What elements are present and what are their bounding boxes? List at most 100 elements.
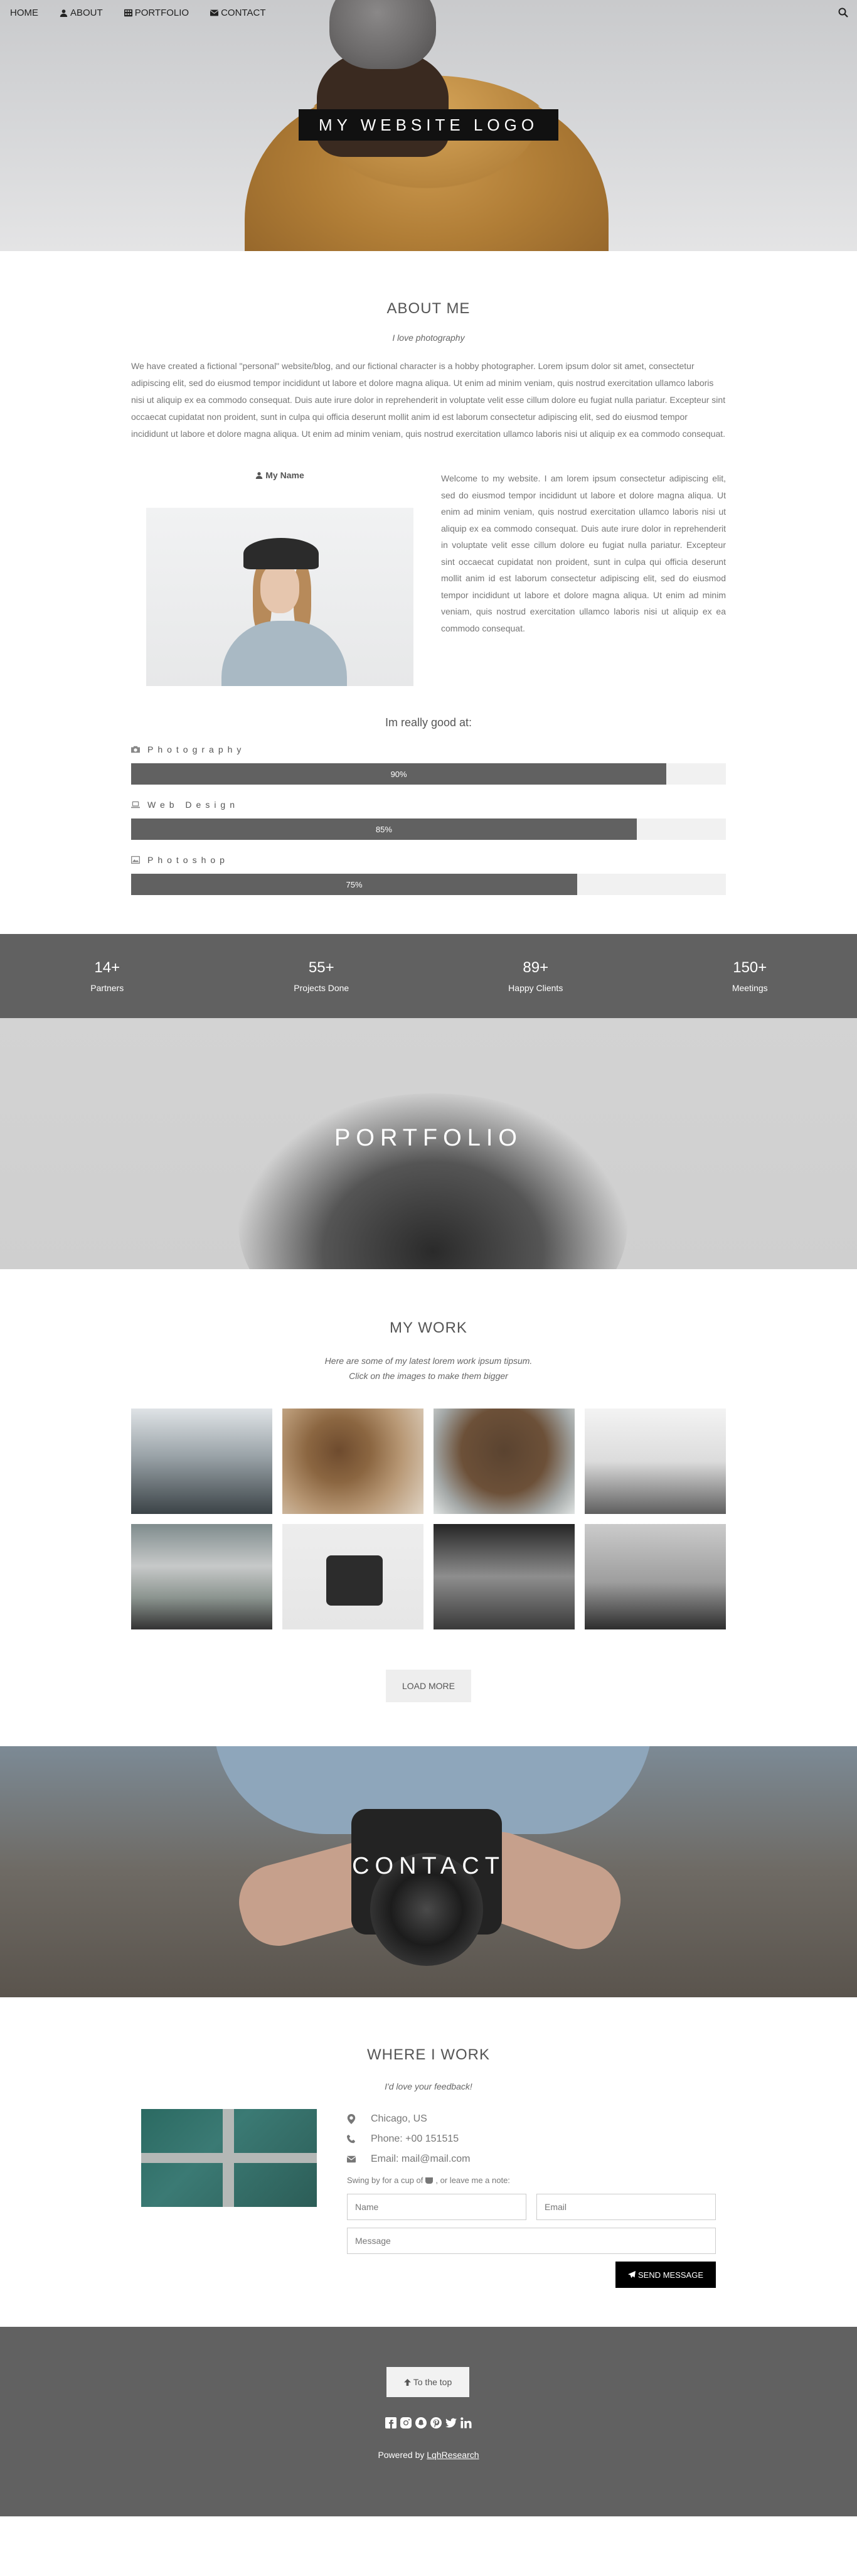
instagram-icon[interactable] [400, 2417, 412, 2428]
stat-meetings: 150+ Meetings [643, 934, 857, 1018]
stat-partners: 14+ Partners [0, 934, 215, 1018]
work-image-beach[interactable] [585, 1524, 726, 1629]
user-icon [60, 9, 68, 17]
grid-icon [124, 9, 132, 16]
to-top-label: To the top [413, 2377, 452, 2387]
skill-label: Photography [131, 744, 726, 754]
stat-label: Happy Clients [508, 983, 563, 993]
email-text: Email: mail@mail.com [371, 2154, 471, 2164]
phone-text: Phone: +00 151515 [371, 2133, 459, 2144]
work-image-fog-sea[interactable] [585, 1409, 726, 1514]
nav-contact-label: CONTACT [221, 7, 266, 18]
contact-title: WHERE I WORK [367, 2046, 490, 2063]
send-message-label: SEND MESSAGE [637, 2270, 704, 2280]
portfolio-banner-title: PORTFOLIO [334, 1125, 523, 1151]
send-message-button[interactable]: SEND MESSAGE [615, 2262, 716, 2288]
profile-photo [146, 508, 413, 686]
work-section: MY WORK Here are some of my latest lorem… [0, 1269, 857, 1702]
facebook-icon[interactable] [385, 2417, 397, 2428]
nav-about-label: ABOUT [70, 7, 103, 18]
phone-line: Phone: +00 151515 [347, 2129, 716, 2149]
about-title: ABOUT ME [386, 300, 471, 317]
powered-by-link[interactable]: LqhResearch [427, 2450, 479, 2460]
nav-home[interactable]: HOME [10, 8, 38, 18]
about-paragraph: We have created a fictional "personal" w… [131, 361, 726, 439]
twitter-icon[interactable] [445, 2417, 457, 2428]
contact-row: Chicago, US Phone: +00 151515 Email: mai… [131, 2109, 726, 2288]
skill-progress-fill: 90% [131, 763, 667, 785]
search-icon[interactable] [838, 8, 848, 18]
contact-banner-title: CONTACT [352, 1853, 505, 1879]
work-image-bear[interactable] [434, 1409, 575, 1514]
location-line: Chicago, US [347, 2109, 716, 2129]
stat-label: Projects Done [294, 983, 349, 993]
work-image-window[interactable] [434, 1524, 575, 1629]
phone-icon [347, 2135, 356, 2144]
social-links [0, 2417, 857, 2428]
stat-number: 89+ [523, 959, 549, 976]
work-title: MY WORK [390, 1319, 467, 1336]
message-input[interactable] [347, 2228, 716, 2254]
contact-banner: CONTACT [0, 1746, 857, 1997]
skill-name: Photoshop [147, 855, 229, 865]
arrow-up-icon [403, 2378, 411, 2386]
about-subtitle: I love photography [392, 333, 465, 343]
contact-form-row [347, 2194, 716, 2220]
work-line-1: Here are some of my latest lorem work ip… [324, 1356, 533, 1366]
site-logo[interactable]: MY WEBSITE LOGO [299, 109, 558, 141]
stat-label: Partners [90, 983, 124, 993]
skill-progress-bar: 85% [131, 818, 726, 840]
skill-label: Photoshop [131, 855, 726, 865]
stat-label: Meetings [732, 983, 768, 993]
pinterest-icon[interactable] [430, 2417, 442, 2428]
hero-banner: MY WEBSITE LOGO [0, 0, 857, 251]
snapchat-icon[interactable] [415, 2417, 427, 2428]
stat-projects: 55+ Projects Done [215, 934, 429, 1018]
stat-clients: 89+ Happy Clients [428, 934, 643, 1018]
to-top-button[interactable]: To the top [386, 2367, 469, 2397]
skills-title: Im really good at: [385, 716, 472, 729]
about-section: ABOUT ME I love photography We have crea… [0, 251, 857, 895]
profile-name-label: My Name [265, 470, 304, 480]
nav-portfolio-label: PORTFOLIO [134, 7, 189, 18]
name-input[interactable] [347, 2194, 526, 2220]
image-icon [131, 856, 140, 864]
linkedin-icon[interactable] [460, 2417, 472, 2428]
skill-label: Web Design [131, 800, 726, 810]
email-line: Email: mail@mail.com [347, 2149, 716, 2169]
work-image-misty-forest[interactable] [131, 1524, 272, 1629]
camera-icon [131, 745, 140, 754]
email-input[interactable] [536, 2194, 716, 2220]
profile-name: My Name [255, 470, 304, 480]
skill-progress-fill: 85% [131, 818, 637, 840]
swing-prefix: Swing by for a cup of [347, 2176, 423, 2185]
nav-about[interactable]: ABOUT [60, 8, 103, 18]
swing-line: Swing by for a cup of , or leave me a no… [347, 2176, 716, 2185]
welcome-text: Welcome to my website. I am lorem ipsum … [441, 473, 726, 633]
skill-name: Web Design [147, 800, 240, 810]
skill-name: Photography [147, 744, 246, 754]
location-text: Chicago, US [371, 2113, 427, 2124]
paper-plane-icon [627, 2271, 636, 2278]
about-row: My Name Welcome to my website. I am lore… [131, 470, 726, 686]
contact-info: Chicago, US Phone: +00 151515 Email: mai… [347, 2109, 716, 2288]
nav-contact[interactable]: CONTACT [210, 8, 265, 18]
laptop-icon [131, 800, 140, 809]
work-line-2: Click on the images to make them bigger [349, 1371, 508, 1381]
stat-number: 55+ [308, 959, 334, 976]
about-profile: My Name [131, 470, 428, 686]
powered-by-prefix: Powered by [378, 2450, 425, 2460]
nav-portfolio[interactable]: PORTFOLIO [124, 8, 189, 18]
work-image-mountains[interactable] [131, 1409, 272, 1514]
skill-progress-bar: 75% [131, 874, 726, 895]
work-image-typewriter[interactable] [282, 1524, 423, 1629]
work-image-coffee[interactable] [282, 1409, 423, 1514]
work-grid [131, 1409, 726, 1629]
load-more-button[interactable]: LOAD MORE [386, 1670, 471, 1702]
top-navbar: HOME ABOUT PORTFOLIO CONTACT [0, 0, 857, 25]
map-marker-icon [347, 2114, 356, 2124]
user-icon [256, 472, 263, 479]
skill-progress-fill: 75% [131, 874, 577, 895]
nav-home-label: HOME [10, 7, 38, 18]
portfolio-banner-image [238, 1093, 627, 1269]
